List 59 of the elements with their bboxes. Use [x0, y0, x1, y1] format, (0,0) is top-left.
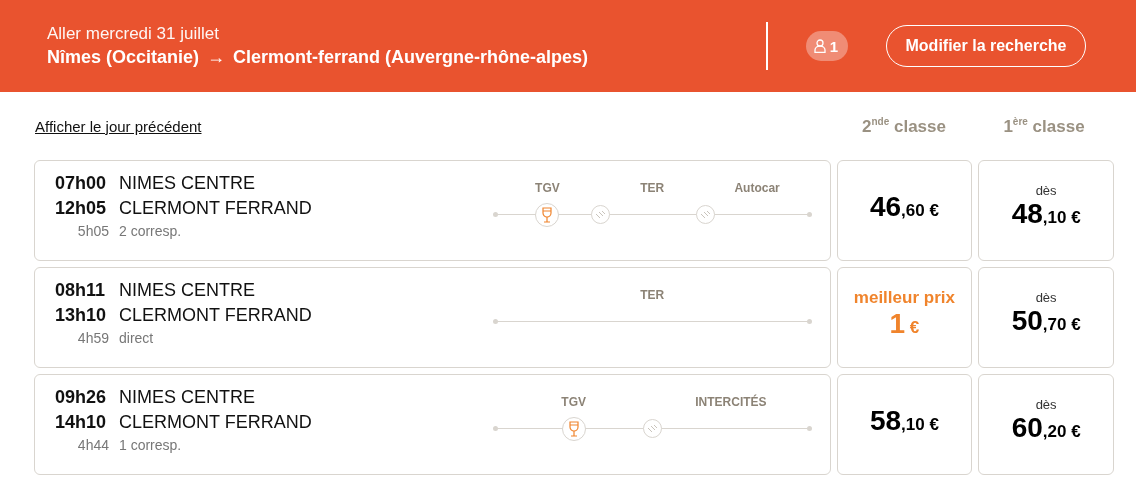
transport-mode: INTERCITÉS [694, 395, 768, 411]
start-dot [493, 426, 498, 431]
start-dot [493, 319, 498, 324]
connections-count: 2 corresp. [119, 223, 183, 239]
departure-time: 07h00 [55, 173, 108, 194]
class-heading: 2$^{nde}$ classe [861, 115, 947, 137]
arrival-time: 12h05 [55, 198, 108, 219]
price-card[interactable]: dès 50,70 € [978, 267, 1114, 368]
person-icon [813, 39, 826, 53]
price-amount: 1 € [889, 307, 920, 340]
price-amount: 50,70 € [1011, 305, 1081, 337]
price-card[interactable]: 58,10 € [836, 374, 973, 475]
transport-mode: TER [639, 181, 666, 197]
price-amount: 60,20 € [1011, 412, 1081, 444]
price-amount: 48,10 € [1011, 198, 1081, 230]
transport-mode: Autocar [733, 181, 781, 197]
departure-station: NIMES CENTRE [119, 280, 256, 301]
destination-city: Clermont-ferrand (Auvergne-rhône-alpes) [233, 47, 589, 68]
previous-day-link[interactable]: Afficher le jour précédent [35, 117, 834, 135]
arrival-time: 14h10 [55, 412, 108, 433]
train-card[interactable]: 08h11 NIMES CENTRE 13h10 CLERMONT FERRAND 4h59 direct TER [34, 267, 831, 368]
trip-date: Aller mercredi 31 juillet [47, 24, 220, 44]
departure-station: NIMES CENTRE [119, 387, 256, 408]
best-price-label: meilleur prix [853, 287, 955, 308]
start-dot [493, 212, 498, 217]
price-card[interactable]: dès 60,20 € [978, 374, 1114, 475]
end-dot [806, 426, 812, 431]
price-card[interactable]: 46,60 € [836, 160, 973, 261]
transfer-icon [695, 205, 715, 224]
price-card[interactable]: dès 48,10 € [978, 160, 1114, 261]
price-amount: 58,10 € [869, 404, 939, 437]
arrival-station: CLERMONT FERRAND [119, 305, 313, 326]
end-dot [806, 319, 812, 324]
train-card[interactable]: 09h26 NIMES CENTRE 14h10 CLERMONT FERRAND 4h44 1 corresp. TGV INTERCITÉS [34, 374, 831, 475]
transport-mode: TGV [534, 181, 561, 197]
transfer-icon [643, 419, 663, 438]
arrival-time: 13h10 [55, 305, 108, 326]
transport-mode: TER [639, 288, 666, 304]
class-heading: 1$^{ère}$ classe [1002, 115, 1086, 137]
train-card[interactable]: 07h00 NIMES CENTRE 12h05 CLERMONT FERRAND 5h05 2 corresp. TGV TER Autocar [34, 160, 831, 261]
arrival-station: CLERMONT FERRAND [119, 198, 313, 219]
from-label: dès [1035, 397, 1057, 412]
arrow-glyph: → [207, 47, 226, 68]
departure-time: 08h11 [55, 280, 107, 301]
trip-duration: 4h59 [76, 330, 110, 346]
arrival-station: CLERMONT FERRAND [119, 412, 313, 433]
transfer-icon [590, 205, 610, 224]
price-amount: 46,60 € [869, 190, 939, 223]
transport-mode: TGV [560, 395, 587, 411]
from-label: dès [1035, 183, 1057, 198]
from-label: dès [1035, 290, 1057, 305]
end-dot [806, 212, 812, 217]
connections-count: 1 corresp. [119, 437, 183, 453]
departure-time: 09h26 [55, 387, 108, 408]
trip-duration: 4h44 [76, 437, 110, 453]
departure-station: NIMES CENTRE [119, 173, 256, 194]
trip-duration: 5h05 [76, 223, 110, 239]
origin-city: Nîmes (Occitanie) [47, 47, 200, 68]
connections-count: direct [119, 330, 155, 346]
